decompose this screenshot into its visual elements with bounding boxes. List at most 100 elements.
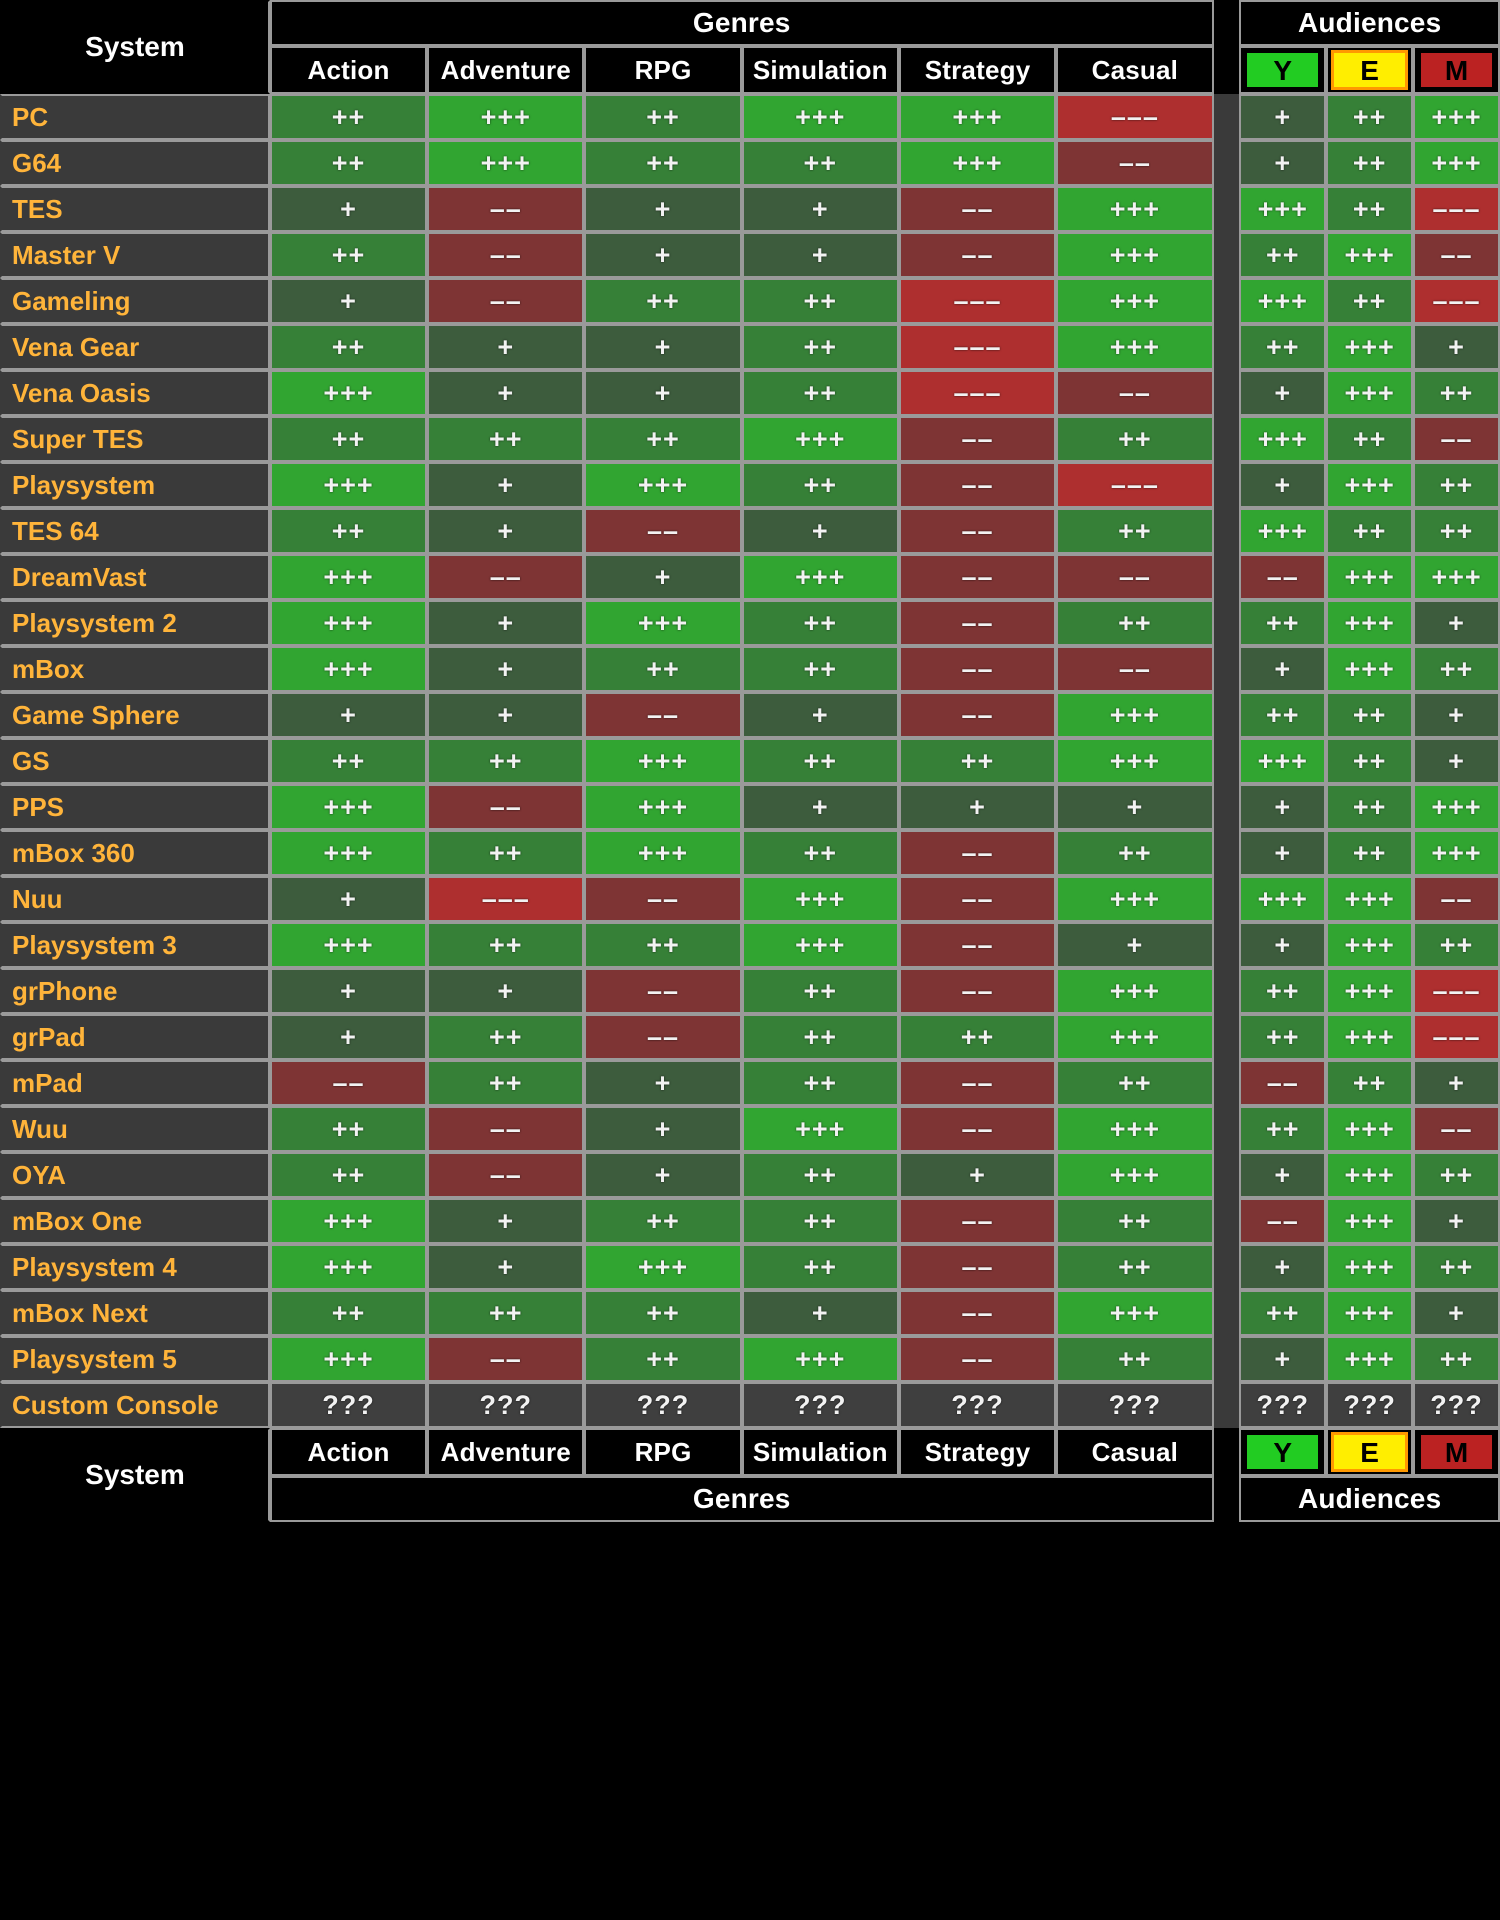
- system-name-cell: OYA: [0, 1152, 270, 1198]
- genre-rating-cell: +++: [269, 554, 428, 600]
- audience-rating-cell: +++: [1326, 876, 1414, 922]
- table-row: Super TES ++ ++ ++ +++ –– ++ +++ ++ ––: [0, 416, 1500, 462]
- genre-rating-cell: ––: [427, 554, 585, 600]
- genre-rating-cell: ––: [898, 600, 1057, 646]
- genre-rating-cell: ––: [898, 1060, 1057, 1106]
- genre-rating-cell: +: [584, 324, 742, 370]
- audience-rating-cell: +++: [1326, 370, 1414, 416]
- header-genre-strategy: Strategy: [898, 46, 1057, 94]
- table-row: PPS +++ –– +++ + + + + ++ +++: [0, 784, 1500, 830]
- footer-gutter: [1213, 1428, 1240, 1522]
- audience-rating-cell: +++: [1413, 140, 1500, 186]
- system-name-cell: PPS: [0, 784, 270, 830]
- genre-rating-cell: +: [427, 646, 585, 692]
- genre-rating-cell: +: [741, 232, 899, 278]
- audience-rating-cell: +++: [1413, 554, 1500, 600]
- footer-genre-adventure: Adventure: [427, 1428, 585, 1476]
- system-name-cell: mBox Next: [0, 1290, 270, 1336]
- section-divider: [1213, 922, 1240, 968]
- table-row: Master V ++ –– + + –– +++ ++ +++ ––: [0, 232, 1500, 278]
- audience-rating-cell: ++: [1413, 1336, 1500, 1382]
- genre-rating-cell: +++: [584, 784, 742, 830]
- table-row: mBox Next ++ ++ ++ + –– +++ ++ +++ +: [0, 1290, 1500, 1336]
- genre-rating-cell: +++: [1056, 278, 1214, 324]
- footer-genre-rpg: RPG: [584, 1428, 742, 1476]
- genre-rating-cell: ––: [269, 1060, 428, 1106]
- genre-rating-cell: ???: [584, 1382, 742, 1428]
- system-name-cell: Vena Gear: [0, 324, 270, 370]
- genre-rating-cell: ++: [741, 738, 899, 784]
- system-name-cell: Master V: [0, 232, 270, 278]
- genre-rating-cell: ++: [584, 94, 742, 140]
- audience-rating-cell: +++: [1326, 646, 1414, 692]
- audience-rating-cell: +++: [1413, 94, 1500, 140]
- header-gutter: [1213, 0, 1240, 94]
- genre-rating-cell: +: [427, 692, 585, 738]
- genre-rating-cell: ++: [269, 324, 428, 370]
- audience-rating-cell: –––: [1413, 186, 1500, 232]
- genre-rating-cell: ++: [269, 1152, 428, 1198]
- audience-rating-cell: ––: [1413, 876, 1500, 922]
- genre-rating-cell: +: [741, 1290, 899, 1336]
- table-row: DreamVast +++ –– + +++ –– –– –– +++ +++: [0, 554, 1500, 600]
- section-divider: [1213, 508, 1240, 554]
- genre-rating-cell: ++: [427, 738, 585, 784]
- section-divider: [1213, 784, 1240, 830]
- genre-rating-cell: +: [741, 692, 899, 738]
- genre-rating-cell: ++: [269, 232, 428, 278]
- genre-rating-cell: ++: [427, 416, 585, 462]
- audience-rating-cell: ++: [1326, 830, 1414, 876]
- table-row: mBox 360 +++ ++ +++ ++ –– ++ + ++ +++: [0, 830, 1500, 876]
- table-row: Custom Console??????????????????????????…: [0, 1382, 1500, 1428]
- header-genre-action: Action: [269, 46, 428, 94]
- genre-rating-cell: ++: [741, 1152, 899, 1198]
- audience-rating-cell: ++: [1239, 692, 1327, 738]
- genre-rating-cell: +: [741, 784, 899, 830]
- genre-rating-cell: ++: [584, 646, 742, 692]
- genre-rating-cell: ++: [741, 968, 899, 1014]
- audience-rating-cell: –––: [1413, 968, 1500, 1014]
- genre-rating-cell: +++: [1056, 876, 1214, 922]
- system-name-cell: mBox One: [0, 1198, 270, 1244]
- genre-rating-cell: ––: [898, 1244, 1057, 1290]
- genre-rating-cell: +++: [269, 922, 428, 968]
- genre-rating-cell: ++: [269, 508, 428, 554]
- table-row: mBox One +++ + ++ ++ –– ++ –– +++ +: [0, 1198, 1500, 1244]
- audience-rating-cell: +++: [1326, 600, 1414, 646]
- genre-rating-cell: +: [584, 1152, 742, 1198]
- genre-rating-cell: +: [584, 186, 742, 232]
- audience-rating-cell: +: [1413, 600, 1500, 646]
- system-name-cell: Playsystem 3: [0, 922, 270, 968]
- genre-rating-cell: +: [584, 1060, 742, 1106]
- genre-rating-cell: ––: [898, 232, 1057, 278]
- table-row: mPad –– ++ + ++ –– ++ –– ++ +: [0, 1060, 1500, 1106]
- genre-rating-cell: +++: [741, 1336, 899, 1382]
- genre-rating-cell: +++: [269, 600, 428, 646]
- audience-rating-cell: +: [1239, 922, 1327, 968]
- genre-rating-cell: ++: [269, 738, 428, 784]
- genre-rating-cell: ––: [898, 1336, 1057, 1382]
- section-divider: [1213, 416, 1240, 462]
- genre-rating-cell: ++: [427, 830, 585, 876]
- genre-rating-cell: +: [584, 232, 742, 278]
- genre-rating-cell: ––: [427, 186, 585, 232]
- audience-badge-m: M: [1418, 1432, 1495, 1472]
- genre-rating-cell: +: [427, 370, 585, 416]
- genre-rating-cell: +++: [427, 140, 585, 186]
- genre-rating-cell: ––: [898, 1106, 1057, 1152]
- genre-rating-cell: ––: [898, 830, 1057, 876]
- genre-rating-cell: +++: [584, 738, 742, 784]
- audience-rating-cell: +++: [1326, 324, 1414, 370]
- audience-rating-cell: ++: [1239, 232, 1327, 278]
- section-divider: [1213, 1060, 1240, 1106]
- audience-rating-cell: ++: [1413, 1152, 1500, 1198]
- footer-audience-m: M: [1413, 1428, 1500, 1476]
- audience-rating-cell: +++: [1239, 876, 1327, 922]
- genre-rating-cell: ++: [898, 738, 1057, 784]
- footer-genre-strategy: Strategy: [898, 1428, 1057, 1476]
- genre-rating-cell: ???: [1056, 1382, 1214, 1428]
- table-row: Wuu ++ –– + +++ –– +++ ++ +++ ––: [0, 1106, 1500, 1152]
- audience-rating-cell: +++: [1413, 830, 1500, 876]
- audience-rating-cell: +: [1239, 830, 1327, 876]
- genre-rating-cell: +: [427, 462, 585, 508]
